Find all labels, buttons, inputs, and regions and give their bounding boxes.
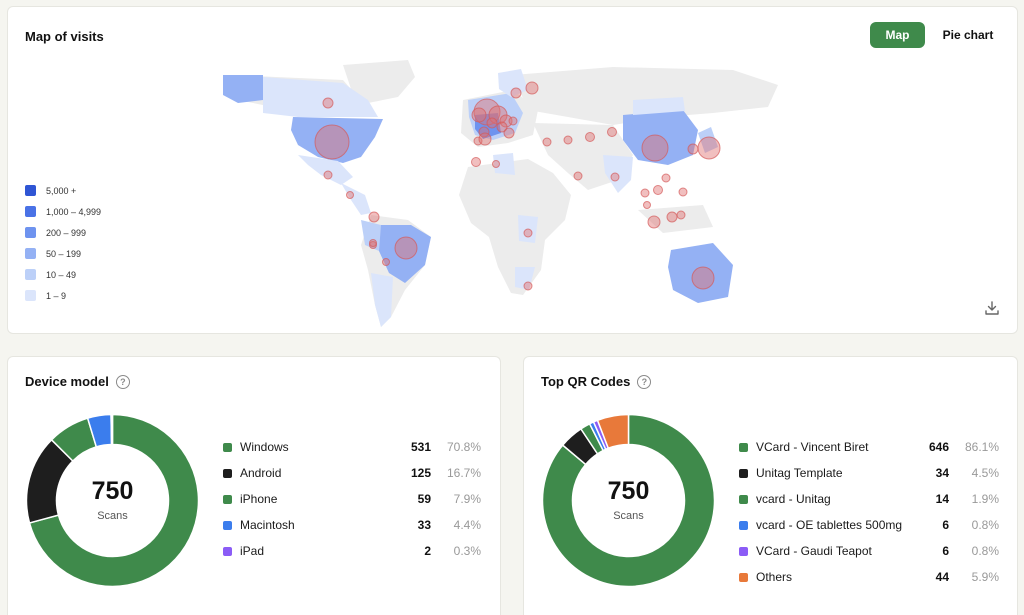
top-qr-codes-title: Top QR Codes [541,374,631,389]
item-name: Others [756,570,793,584]
list-item[interactable]: VCard - Gaudi Teapot 6 0.8% [739,538,999,564]
list-item[interactable]: vcard - Unitag 14 1.9% [739,486,999,512]
legend-label: 200 – 999 [46,227,87,238]
color-swatch [223,442,232,452]
donut-slice[interactable] [110,413,114,446]
color-swatch [223,468,232,478]
item-percentage: 7.9% [453,492,481,506]
list-item[interactable]: Android 125 16.7% [223,460,481,486]
legend-item: 1 – 9 [25,285,101,306]
qr-donut-chart[interactable] [541,413,716,588]
item-name: VCard - Gaudi Teapot [756,544,872,558]
item-count: 531 [410,440,431,454]
item-percentage: 4.4% [453,518,481,532]
legend-item: 5,000 + [25,180,101,201]
item-count: 59 [417,492,431,506]
pie-chart-toggle-button[interactable]: Pie chart [934,22,1002,48]
map-title: Map of visits [25,29,104,44]
legend-swatch [25,269,36,280]
item-percentage: 16.7% [446,466,481,480]
legend-item: 1,000 – 4,999 [25,201,101,222]
device-model-title: Device model [25,374,109,389]
legend-label: 1,000 – 4,999 [46,206,102,217]
item-name: iPad [240,544,265,558]
device-model-title-row: Device model ? [25,374,130,389]
color-swatch [223,494,232,504]
legend-item: 200 – 999 [25,222,101,243]
device-model-card: Device model ? 750 Scans Windows 531 70.8%… [7,356,501,615]
item-count: 6 [942,544,949,558]
color-swatch [739,520,748,530]
legend-label: 1 – 9 [46,290,67,301]
legend-swatch [25,185,36,196]
item-name: Macintosh [240,518,295,532]
qr-code-list: VCard - Vincent Biret 646 86.1% Unitag Temp… [739,434,999,590]
legend-swatch [25,290,36,301]
device-list: Windows 531 70.8% Android 125 16.7% iPhone 59 7.… [223,434,481,564]
legend-swatch [25,206,36,217]
color-swatch [739,442,748,452]
item-name: vcard - OE tablettes 500mg [756,518,903,532]
item-percentage: 86.1% [964,440,999,454]
help-icon[interactable]: ? [115,374,130,389]
list-item[interactable]: iPad 2 0.3% [223,538,481,564]
legend-label: 50 – 199 [46,248,82,259]
device-donut-chart[interactable] [25,413,200,588]
item-count: 33 [417,518,431,532]
legend-swatch [25,227,36,238]
top-qr-codes-card: Top QR Codes ? 750 Scans VCard - Vincent… [523,356,1018,615]
item-name: vcard - Unitag [756,492,831,506]
download-icon[interactable] [984,300,1000,316]
color-swatch [739,572,748,582]
color-swatch [739,546,748,556]
color-swatch [739,468,748,478]
item-percentage: 0.8% [971,544,999,558]
map-toggle-button[interactable]: Map [870,22,925,48]
list-item[interactable]: Macintosh 33 4.4% [223,512,481,538]
item-percentage: 5.9% [971,570,999,584]
legend-label: 10 – 49 [46,269,77,280]
item-percentage: 1.9% [971,492,999,506]
top-qr-codes-title-row: Top QR Codes ? [541,374,652,389]
item-count: 14 [935,492,949,506]
item-count: 44 [935,570,949,584]
legend-swatch [25,248,36,259]
list-item[interactable]: vcard - OE tablettes 500mg 6 0.8% [739,512,999,538]
item-name: Unitag Template [756,466,843,480]
item-name: Windows [240,440,289,454]
world-map[interactable] [193,55,783,330]
list-item[interactable]: iPhone 59 7.9% [223,486,481,512]
color-swatch [223,546,232,556]
list-item[interactable]: VCard - Vincent Biret 646 86.1% [739,434,999,460]
item-count: 6 [942,518,949,532]
color-swatch [223,520,232,530]
item-name: iPhone [240,492,278,506]
list-item[interactable]: Others 44 5.9% [739,564,999,590]
color-swatch [739,494,748,504]
list-item[interactable]: Unitag Template 34 4.5% [739,460,999,486]
legend-item: 10 – 49 [25,264,101,285]
item-percentage: 0.8% [971,518,999,532]
help-icon[interactable]: ? [637,374,652,389]
item-percentage: 70.8% [446,440,481,454]
map-legend: 5,000 + 1,000 – 4,999 200 – 999 50 – 199 10 … [25,180,101,306]
list-item[interactable]: Windows 531 70.8% [223,434,481,460]
item-name: Android [240,466,282,480]
legend-item: 50 – 199 [25,243,101,264]
item-count: 2 [424,544,431,558]
map-of-visits-card: Map of visits Map Pie chart 5,000 + 1,00… [7,6,1018,334]
item-percentage: 4.5% [971,466,999,480]
item-name: VCard - Vincent Biret [756,440,869,454]
item-count: 646 [928,440,949,454]
item-count: 125 [410,466,431,480]
item-percentage: 0.3% [453,544,481,558]
legend-label: 5,000 + [46,185,77,196]
item-count: 34 [935,466,949,480]
